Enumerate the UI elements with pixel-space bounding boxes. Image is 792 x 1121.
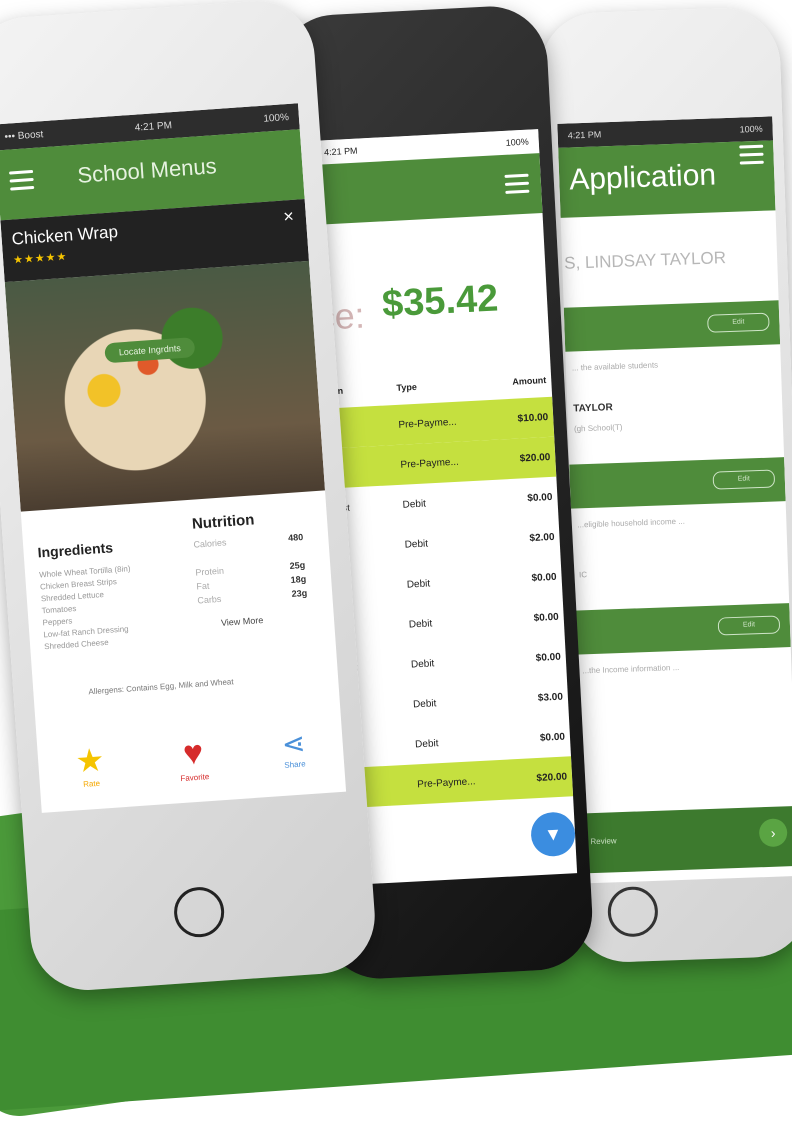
- ingredients-list: Whole Wheat Tortilla (8in) Chicken Breas…: [39, 564, 136, 654]
- menu-icon[interactable]: [504, 173, 530, 195]
- filter-icon: ▼: [543, 823, 563, 845]
- applicant-name: S, LINDSAY TAYLOR: [563, 248, 727, 273]
- section-header: Edit: [563, 300, 781, 352]
- section-header: Edit: [569, 457, 786, 509]
- section-text: IC: [578, 570, 588, 580]
- app-header: Application: [558, 140, 776, 218]
- bottom-tab-bar: ★ Rate ♥ Favorite ⋖ Share: [36, 712, 346, 813]
- chevron-right-icon[interactable]: ›: [758, 818, 788, 848]
- tab-rate[interactable]: ★ Rate: [73, 728, 107, 810]
- allergen-note: Allergens: Contains Egg, Milk and Wheat: [88, 677, 234, 697]
- section-text: ...the Income information ...: [582, 662, 680, 676]
- rating-stars: ★★★★★: [12, 250, 68, 267]
- status-time: 4:21 PM: [323, 145, 358, 158]
- page-title: Application: [568, 158, 717, 197]
- close-icon[interactable]: ×: [283, 206, 295, 228]
- footer-label: Review: [590, 836, 617, 847]
- screen-school-menus: ••• Boost 4:21 PM 100% School Menus Chic…: [0, 103, 347, 813]
- section-text: (gh School(T): [573, 422, 623, 434]
- column-header: Type: [396, 381, 418, 393]
- tab-share[interactable]: ⋖ Share: [280, 714, 309, 795]
- details-section: Ingredients Whole Wheat Tortilla (8in) C…: [21, 490, 339, 711]
- transactions-table: tion Type Amount Pre-Payme...$10.00 Pre-…: [326, 363, 574, 808]
- balance-section: ce: $35.42: [316, 213, 551, 375]
- ingredients-title: Ingredients: [37, 539, 114, 561]
- column-header: Amount: [512, 375, 547, 387]
- applicant-name-section: S, LINDSAY TAYLOR: [561, 210, 779, 307]
- battery-label: 100%: [262, 111, 290, 125]
- nutrition-table: Calories 480 Protein 25g Fat 18g Carbs 23g: [193, 532, 308, 610]
- carrier-label: ••• Boost: [4, 128, 44, 143]
- tab-favorite[interactable]: ♥ Favorite: [177, 721, 211, 803]
- menu-icon[interactable]: [739, 144, 764, 166]
- review-footer: Review ›: [581, 805, 792, 874]
- balance-value: $35.42: [380, 277, 500, 326]
- edit-button[interactable]: Edit: [717, 615, 781, 636]
- screen-application: 4:21 PM 100% Application S, LINDSAY TAYL…: [557, 116, 792, 884]
- menu-item-name: Chicken Wrap: [11, 222, 119, 249]
- view-more-link[interactable]: View More: [221, 615, 264, 628]
- status-time: 4:21 PM: [134, 119, 173, 134]
- tab-label: Share: [284, 759, 306, 770]
- heart-icon: ♥: [181, 733, 205, 773]
- home-button[interactable]: [172, 885, 226, 939]
- home-button[interactable]: [607, 885, 659, 938]
- share-icon: ⋖: [280, 727, 307, 760]
- nutrition-title: Nutrition: [191, 511, 255, 533]
- page-title: School Menus: [76, 153, 218, 188]
- battery-label: 100%: [739, 123, 763, 135]
- menu-icon[interactable]: [9, 169, 35, 192]
- tab-label: Favorite: [180, 772, 210, 784]
- edit-button[interactable]: Edit: [712, 469, 776, 490]
- section-header: Edit: [574, 603, 791, 655]
- star-icon: ★: [74, 741, 106, 780]
- section-text: ... the available students: [571, 360, 659, 373]
- edit-button[interactable]: Edit: [707, 312, 770, 333]
- filter-button[interactable]: ▼: [529, 811, 577, 858]
- status-time: 4:21 PM: [567, 129, 602, 141]
- section-text: ...eligible household income ...: [577, 516, 686, 530]
- battery-label: 100%: [505, 136, 530, 148]
- food-photo: [4, 260, 326, 512]
